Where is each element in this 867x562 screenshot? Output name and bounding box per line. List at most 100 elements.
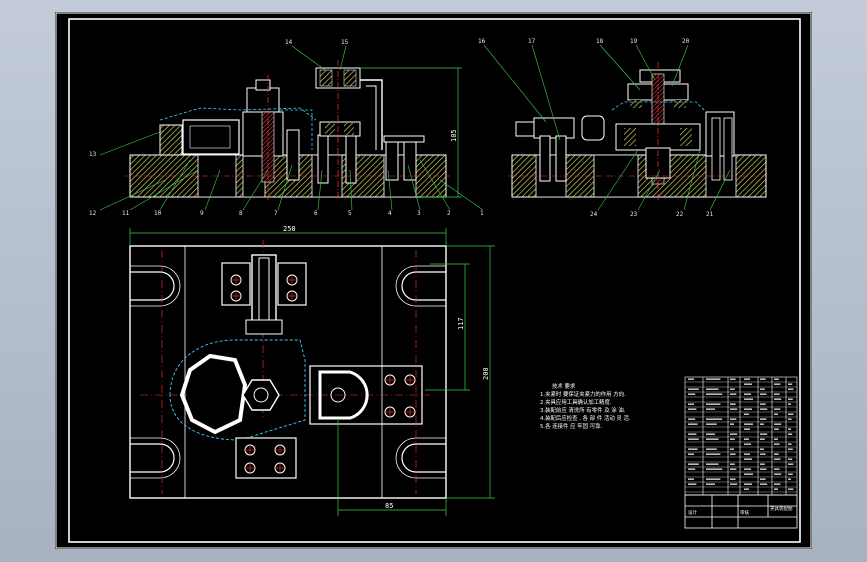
parts-list-cell-mark: [744, 393, 751, 395]
parts-list-cell-mark: [706, 438, 719, 440]
parts-list-cell-mark: [730, 453, 736, 455]
title-block-checker: 审核: [740, 509, 749, 516]
title-block-designer: 设计: [688, 509, 697, 516]
tech-req-title: 技术 要求: [552, 382, 576, 390]
callout-24: 24: [590, 211, 598, 218]
parts-list-cell-mark: [706, 468, 723, 470]
parts-list-cell-mark: [706, 448, 717, 450]
parts-list-cell-mark: [706, 453, 721, 455]
parts-list-cell-mark: [788, 383, 793, 385]
parts-list-cell-mark: [774, 378, 779, 380]
callout-20: 20: [682, 38, 690, 45]
parts-list-cell-mark: [706, 403, 721, 405]
callout-18: 18: [596, 38, 604, 45]
parts-list-cell-mark: [706, 408, 715, 410]
parts-list-cell-mark: [688, 418, 696, 420]
parts-list-cell-mark: [788, 448, 793, 450]
parts-list-cell-mark: [730, 423, 734, 425]
parts-list-cell-mark: [730, 408, 738, 410]
parts-list-cell-mark: [788, 413, 794, 415]
parts-list-cell-mark: [788, 488, 794, 490]
parts-list-cell-mark: [760, 448, 764, 450]
parts-list-cell-mark: [706, 433, 715, 435]
parts-list-cell-mark: [688, 438, 699, 440]
parts-list-cell-mark: [788, 478, 791, 480]
parts-list-cell-mark: [774, 393, 780, 395]
parts-list-cell-mark: [774, 443, 780, 445]
parts-list-cell-mark: [788, 463, 794, 465]
parts-list-cell-mark: [730, 388, 735, 390]
parts-list-cell-mark: [706, 388, 719, 390]
parts-list-cell-mark: [688, 408, 697, 410]
callout-8: 8: [239, 210, 243, 217]
parts-list-cell-mark: [688, 423, 698, 425]
parts-list-cell-mark: [788, 428, 791, 430]
parts-list-cell-mark: [706, 418, 723, 420]
tech-req-line-1: 1.夹紧时 要保证夹紧力的作用 方向.: [540, 390, 626, 398]
parts-list-cell-mark: [688, 378, 694, 380]
dim-height-front: 105: [450, 129, 458, 142]
parts-list-cell-mark: [730, 433, 738, 435]
tech-req-line-2: 2.夹具应用工具确认加工精度.: [540, 398, 612, 406]
parts-list-cell-mark: [760, 478, 766, 480]
parts-list-cell-mark: [760, 418, 767, 420]
callout-13: 13: [89, 151, 97, 158]
parts-list-cell-mark: [744, 458, 752, 460]
parts-list-cell-mark: [788, 403, 791, 405]
callout-15: 15: [341, 39, 349, 46]
parts-list-cell-mark: [744, 423, 753, 425]
parts-list-cell-mark: [760, 408, 768, 410]
parts-list-cell-mark: [788, 388, 794, 390]
callout-6: 6: [314, 210, 318, 217]
callout-7: 7: [274, 210, 278, 217]
parts-list-cell-mark: [730, 378, 736, 380]
parts-list-cell-mark: [788, 473, 793, 475]
parts-list-cell-mark: [744, 453, 750, 455]
parts-list-cell-mark: [688, 483, 697, 485]
parts-list-cell-mark: [730, 438, 735, 440]
parts-list-cell-mark: [688, 468, 696, 470]
dim-width-bottom: 85: [385, 502, 393, 510]
side-section-view: [508, 62, 770, 200]
parts-list-cell-mark: [688, 463, 699, 465]
parts-list-cell-mark: [688, 453, 694, 455]
parts-list-cell-mark: [774, 453, 779, 455]
parts-list-cell-mark: [688, 403, 694, 405]
parts-list-cell-mark: [774, 458, 781, 460]
parts-list-cell-mark: [760, 453, 766, 455]
parts-list-cell-mark: [706, 483, 715, 485]
parts-list-cell-mark: [744, 383, 752, 385]
parts-list-cell-mark: [706, 393, 723, 395]
cad-viewport[interactable]: 14 15 13 12 11 10 9 8 7 6 5 4 3 2 1 105: [55, 12, 812, 549]
parts-list-cell-mark: [774, 473, 782, 475]
parts-list-cell-mark: [688, 388, 699, 390]
callout-23: 23: [630, 211, 638, 218]
parts-list-cell-mark: [760, 403, 766, 405]
parts-list-cell-mark: [760, 438, 765, 440]
dim-width-top: 250: [283, 225, 296, 233]
parts-list-cell-mark: [760, 378, 766, 380]
parts-list-cell-mark: [788, 443, 792, 445]
callout-21: 21: [706, 211, 714, 218]
parts-list-cell-mark: [760, 393, 767, 395]
callout-4: 4: [388, 210, 392, 217]
parts-list-cell-mark: [774, 438, 778, 440]
dim-height-inner: 117: [457, 317, 465, 330]
parts-list-cell-mark: [730, 448, 734, 450]
parts-list-cell-mark: [744, 488, 749, 490]
parts-list-cell-mark: [774, 428, 779, 430]
parts-list-cell-mark: [744, 473, 753, 475]
callout-14: 14: [285, 39, 293, 46]
callout-5: 5: [348, 210, 352, 217]
parts-list-cell-mark: [760, 483, 768, 485]
parts-list-cell-mark: [760, 388, 765, 390]
parts-list-cell-mark: [730, 478, 736, 480]
parts-list-cell-mark: [774, 398, 782, 400]
parts-list-cell-mark: [688, 478, 694, 480]
parts-list-cell-mark: [688, 393, 696, 395]
parts-list-cell-mark: [760, 433, 768, 435]
parts-list-cell-mark: [774, 483, 781, 485]
title-block-name: 夹具装配图: [770, 505, 793, 512]
callout-3: 3: [417, 210, 421, 217]
callout-19: 19: [630, 38, 638, 45]
